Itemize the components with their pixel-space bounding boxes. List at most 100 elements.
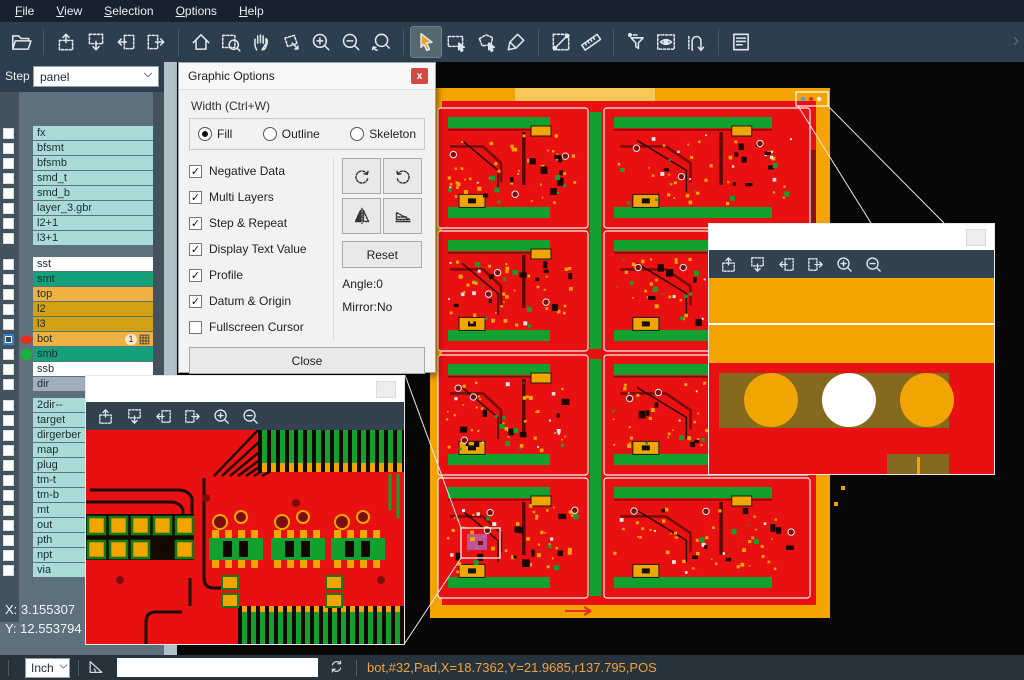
layer-visibility-checkbox[interactable] [3,490,14,501]
layer-visibility-checkbox[interactable] [3,550,14,561]
layer-name[interactable]: smd_t [33,171,153,185]
layer-name[interactable]: fx [33,126,153,140]
checkbox-box[interactable]: ✓ [189,165,202,178]
layer-visibility-checkbox[interactable] [3,505,14,516]
pan-left-button[interactable] [111,27,141,57]
pan-up-button[interactable] [51,27,81,57]
select-pointer-button[interactable] [411,27,441,57]
window-restore-button[interactable] [966,229,986,246]
pan-down-button[interactable] [744,252,770,276]
layer-visibility-checkbox[interactable] [3,400,14,411]
zoom-in-button[interactable] [208,404,234,428]
layer-name[interactable]: smb [33,347,153,361]
layer-visibility-checkbox[interactable] [3,173,14,184]
u-route-button[interactable] [681,27,711,57]
zoom-out-button[interactable] [860,252,886,276]
checkbox-display-text-value[interactable]: ✓Display Text Value [189,236,333,262]
layer-name[interactable]: smt [33,272,153,286]
angle-tool-icon[interactable] [87,658,107,678]
layer-name[interactable]: bot1 [33,332,153,346]
open-file-button[interactable] [6,27,36,57]
pan-left-button[interactable] [150,404,176,428]
select-polygon-button[interactable] [471,27,501,57]
zoom-window-right[interactable] [708,223,995,475]
pan-up-button[interactable] [715,252,741,276]
radio-outline[interactable]: Outline [263,127,320,141]
layer-name[interactable]: ssb [33,362,153,376]
checkbox-box[interactable] [189,321,202,334]
layer-visibility-checkbox[interactable] [3,143,14,154]
radio-fill[interactable]: Fill [198,127,232,141]
layer-name[interactable]: sst [33,257,153,271]
layer-visibility-checkbox[interactable] [3,475,14,486]
zoom-window-view[interactable] [709,278,994,474]
layer-visibility-checkbox[interactable] [3,259,14,270]
pan-down-button[interactable] [81,27,111,57]
checkbox-fullscreen-cursor[interactable]: Fullscreen Cursor [189,314,333,340]
radio-skeleton[interactable]: Skeleton [350,127,416,141]
pan-down-button[interactable] [121,404,147,428]
zoom-window-bottom-left[interactable] [85,375,405,645]
rotate-cw-button[interactable] [342,158,381,194]
zoom-window-titlebar[interactable] [709,224,994,250]
layer-name[interactable]: layer_3.gbr [33,201,153,215]
layer-visibility-checkbox[interactable] [3,304,14,315]
menu-file[interactable]: File [4,0,45,22]
doc-form-button[interactable] [726,27,756,57]
pan-right-button[interactable] [179,404,205,428]
layer-visibility-checkbox[interactable] [3,158,14,169]
close-button[interactable]: Close [189,347,425,374]
zoom-out-button[interactable] [237,404,263,428]
layer-name[interactable]: top [33,287,153,301]
zoom-out-button[interactable] [336,27,366,57]
layer-visibility-checkbox[interactable] [3,520,14,531]
pan-up-button[interactable] [92,404,118,428]
layer-visibility-checkbox[interactable] [3,274,14,285]
layer-visibility-checkbox[interactable] [3,364,14,375]
layer-name[interactable]: smd_b [33,186,153,200]
zoom-in-button[interactable] [306,27,336,57]
pan-right-button[interactable] [802,252,828,276]
reset-button[interactable]: Reset [342,241,422,268]
layer-visibility-checkbox[interactable] [3,379,14,390]
layer-visibility-checkbox[interactable] [3,460,14,471]
command-input[interactable] [117,658,318,677]
layer-name[interactable]: l3+1 [33,231,153,245]
layer-name[interactable]: l2+1 [33,216,153,230]
menu-view[interactable]: View [45,0,93,22]
layer-visibility-checkbox[interactable] [3,334,14,345]
layer-visibility-checkbox[interactable] [3,233,14,244]
zoom-home-button[interactable] [186,27,216,57]
mirror-v-button[interactable] [383,198,422,234]
rotate-ccw-button[interactable] [383,158,422,194]
zoom-window-titlebar[interactable] [86,376,404,402]
pan-hand-button[interactable] [246,27,276,57]
window-restore-button[interactable] [376,381,396,398]
menu-selection[interactable]: Selection [93,0,164,22]
zoom-in-button[interactable] [831,252,857,276]
pan-left-button[interactable] [773,252,799,276]
select-rect-button[interactable] [441,27,471,57]
ruler-button[interactable] [576,27,606,57]
checkbox-datum-origin[interactable]: ✓Datum & Origin [189,288,333,314]
layer-visibility-checkbox[interactable] [3,415,14,426]
checkbox-box[interactable]: ✓ [189,295,202,308]
close-icon[interactable]: x [411,68,428,84]
layer-visibility-checkbox[interactable] [3,218,14,229]
refresh-icon[interactable] [328,658,348,678]
layer-name[interactable]: bfsmb [33,156,153,170]
filter-button[interactable] [621,27,651,57]
layer-name[interactable]: bfsmt [33,141,153,155]
toolbar-overflow-icon[interactable] [1010,34,1022,52]
layer-visibility-checkbox[interactable] [3,289,14,300]
layer-visibility-checkbox[interactable] [3,349,14,360]
menu-options[interactable]: Options [165,0,228,22]
layer-visibility-checkbox[interactable] [3,128,14,139]
layer-name[interactable]: l2 [33,302,153,316]
checkbox-box[interactable]: ✓ [189,191,202,204]
checkbox-negative-data[interactable]: ✓Negative Data [189,158,333,184]
layer-visibility-checkbox[interactable] [3,188,14,199]
checkbox-multi-layers[interactable]: ✓Multi Layers [189,184,333,210]
menu-help[interactable]: Help [228,0,275,22]
view-move-button[interactable] [276,27,306,57]
